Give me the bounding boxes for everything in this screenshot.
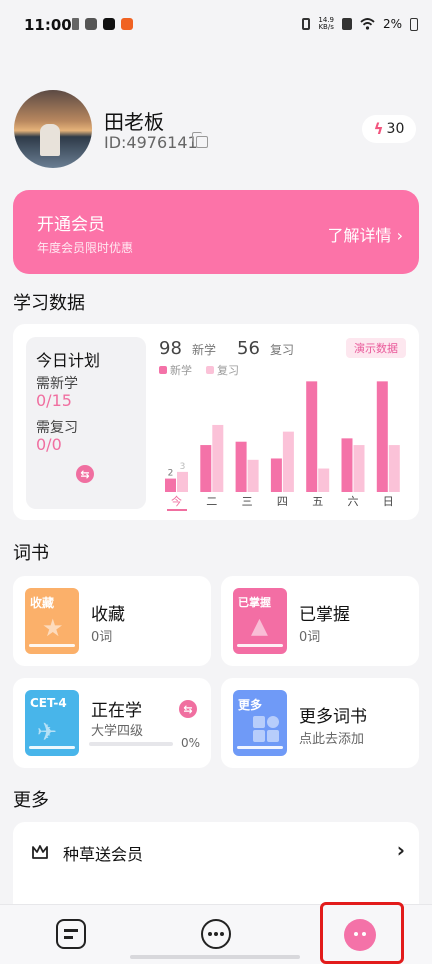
new-count-label: 新学 (192, 343, 217, 357)
book-name: 大学四级 (91, 724, 144, 739)
status-bar: 11:00 14.9 KB/s 2% (0, 0, 432, 50)
network-speed: 14.9 KB/s (318, 16, 334, 31)
book-title: 更多词书 (299, 707, 367, 727)
plan-review-value: 0/0 (36, 435, 62, 454)
energy-badge[interactable]: ϟ 30 (362, 115, 416, 143)
demo-data-badge: 演示数据 (346, 338, 406, 358)
bar-new-6 (376, 381, 388, 492)
battery-text: 2% (382, 17, 402, 31)
bar-review-0 (177, 471, 188, 492)
x-tick-label: 五 (312, 495, 323, 508)
book-progress-bar (89, 742, 173, 746)
wifi-icon (360, 18, 375, 30)
book-count: 0词 (91, 630, 113, 645)
more-books-icon: 更多 (233, 690, 287, 756)
battery-icon (410, 17, 418, 31)
bar-review-3 (282, 431, 294, 492)
book-mastered[interactable]: 已掌握 ▲ 已掌握 0词 (221, 576, 419, 666)
lightning-icon: ϟ (373, 120, 384, 138)
vip-details-link[interactable]: 了解详情 › (328, 222, 404, 246)
user-id: ID:4976141 (104, 133, 198, 152)
book-sub: 点此去添加 (299, 732, 365, 747)
book-favorites[interactable]: 收藏 ★ 收藏 0词 (13, 576, 211, 666)
app-notification-icon (121, 18, 133, 30)
x-tick-label: 今 (171, 494, 182, 508)
bar-review-5 (353, 445, 365, 492)
energy-count: 30 (386, 121, 405, 137)
highlight-box (320, 902, 404, 964)
data-label-new: 2 (168, 469, 174, 479)
plan-title: 今日计划 (36, 351, 101, 370)
new-count: 98 (159, 338, 182, 359)
rocket-icon: ▲ (251, 614, 268, 639)
vip-subtitle: 年度会员限时优惠 (37, 241, 134, 255)
crown-icon (32, 845, 48, 859)
x-tick-label: 日 (383, 495, 394, 508)
x-tick-label: 六 (348, 495, 359, 508)
data-label-review: 3 (180, 462, 186, 472)
nav-notes-icon[interactable] (56, 919, 86, 949)
chevron-right-icon: › (396, 838, 405, 862)
bar-new-0 (165, 478, 176, 492)
star-icon: ★ (42, 614, 64, 642)
book-current[interactable]: CET-4 ✈ 正在学 大学四级 0% ⇆ (13, 678, 211, 768)
review-count-label: 复习 (270, 343, 295, 357)
no-sim-icon (341, 18, 352, 30)
today-plan: 今日计划 需新学 0/15 需复习 0/0 ⇆ (26, 337, 146, 509)
more-item-invite[interactable]: 种草送会员 › (13, 822, 419, 884)
more-item-label: 种草送会员 (63, 845, 144, 864)
cet4-book-icon: CET-4 ✈ (25, 690, 79, 756)
copy-icon[interactable] (192, 132, 208, 148)
nav-chat-icon[interactable] (201, 919, 231, 949)
mail-icon (85, 18, 97, 30)
bar-new-3 (270, 458, 282, 492)
x-tick-label: 四 (277, 495, 288, 508)
x-tick-label: 三 (242, 495, 253, 508)
status-time: 11:00 (24, 16, 72, 34)
x-tick-label: 二 (206, 495, 217, 508)
book-title: 已掌握 (299, 605, 350, 625)
avatar[interactable] (14, 90, 92, 168)
books-section-title: 词书 (13, 543, 49, 564)
plane-icon: ✈ (37, 718, 58, 746)
bar-new-5 (341, 438, 353, 492)
user-name: 田老板 (104, 110, 164, 134)
vip-title: 开通会员 (37, 215, 105, 235)
plan-review-label: 需复习 (36, 420, 78, 436)
sim-icon (72, 18, 79, 30)
bar-new-1 (200, 445, 212, 492)
book-title: 收藏 (91, 605, 125, 625)
bar-review-2 (247, 459, 259, 492)
bar-new-4 (306, 381, 318, 492)
mastered-book-icon: 已掌握 ▲ (233, 588, 287, 654)
chevron-right-icon: › (391, 226, 403, 245)
book-progress-text: 0% (181, 736, 201, 750)
more-section-title: 更多 (13, 790, 49, 811)
bar-review-4 (318, 468, 330, 492)
study-bar-chart: 今 二 三 四 五 六 日 23 (165, 381, 400, 511)
bar-review-1 (212, 424, 224, 492)
swap-plan-icon[interactable]: ⇆ (76, 465, 94, 483)
plan-new-value: 0/15 (36, 391, 72, 410)
vip-banner[interactable]: 开通会员 年度会员限时优惠 了解详情 › (13, 190, 419, 274)
bar-new-2 (235, 441, 247, 492)
review-count: 56 (237, 338, 260, 359)
favorites-book-icon: 收藏 ★ (25, 588, 79, 654)
vibrate-icon (302, 18, 311, 30)
today-underline (167, 509, 187, 511)
bar-review-6 (388, 445, 400, 492)
home-indicator (130, 955, 300, 959)
study-section-title: 学习数据 (13, 293, 85, 314)
swap-book-icon[interactable]: ⇆ (179, 700, 197, 718)
book-count: 0词 (299, 630, 321, 645)
notification-icons (72, 18, 133, 30)
plan-new-label: 需新学 (36, 376, 78, 392)
book-title: 正在学 (91, 701, 142, 721)
tiktok-icon (103, 18, 115, 30)
status-right: 14.9 KB/s 2% (302, 17, 418, 31)
book-more[interactable]: 更多 更多词书 点此去添加 (221, 678, 419, 768)
